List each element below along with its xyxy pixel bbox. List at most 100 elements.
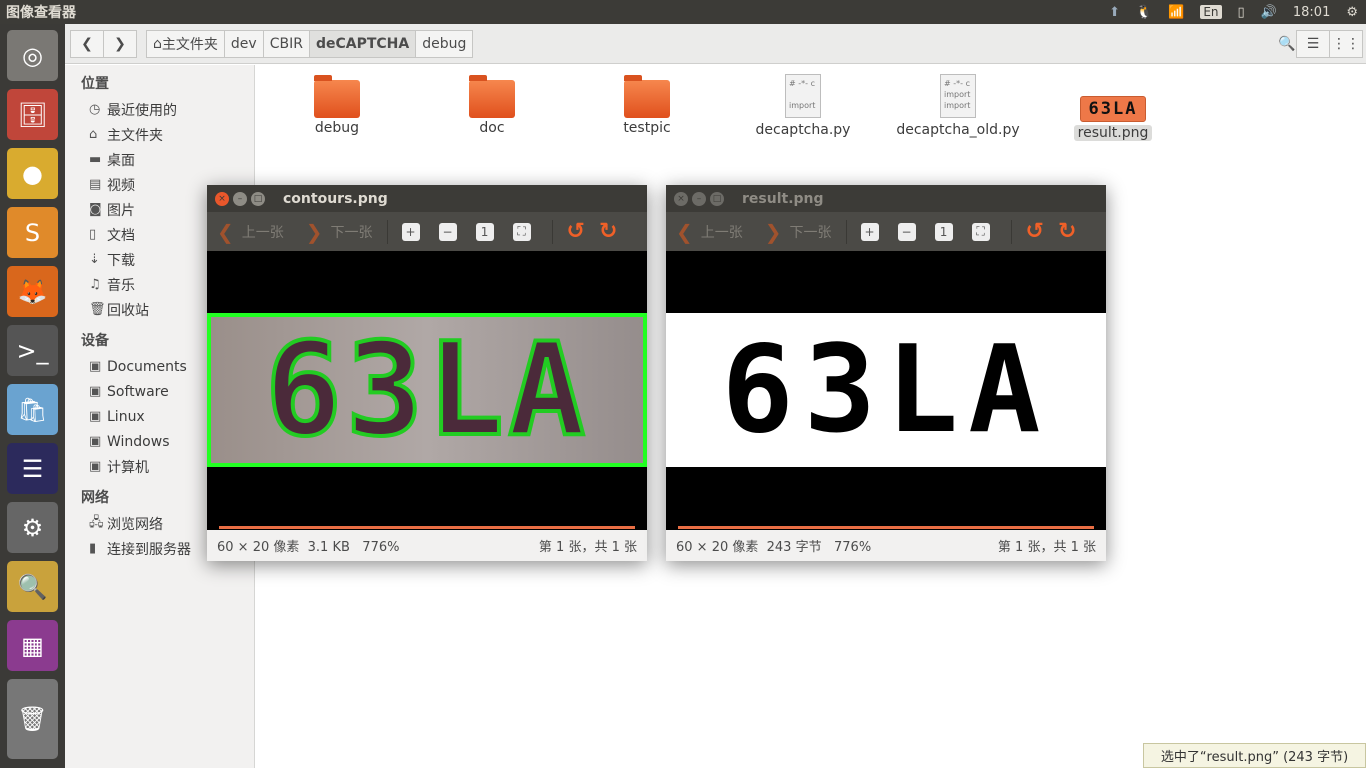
- eclipse-icon[interactable]: ☰: [7, 443, 58, 494]
- update-icon[interactable]: ⬆: [1109, 5, 1120, 20]
- sidebar-item-label: 桌面: [107, 152, 135, 169]
- minimize-button[interactable]: –: [233, 191, 247, 206]
- normal-size-icon[interactable]: 1: [475, 222, 494, 241]
- image-thumbnail: 63LA: [1080, 96, 1146, 122]
- sublime-text-icon[interactable]: S: [7, 207, 58, 258]
- previous-button[interactable]: 上一张: [701, 222, 743, 242]
- file-size: 3.1 KB: [307, 540, 350, 555]
- rotate-right-icon[interactable]: ↻: [599, 219, 617, 244]
- viewer-toolbar: ❮ 上一张 ❯ 下一张 + −1 ⛶ ↺ ↻: [666, 212, 1106, 251]
- breadcrumb-label: 主文件夹: [161, 36, 218, 53]
- folder-icon: [469, 75, 515, 118]
- software-center-icon[interactable]: 🛍: [7, 384, 58, 435]
- next-arrow-icon[interactable]: ❯: [765, 220, 782, 244]
- sidebar-item-label: 下载: [107, 252, 135, 269]
- home-icon: ⌂: [153, 35, 162, 52]
- file-item[interactable]: testpic: [577, 72, 717, 136]
- breadcrumb-item[interactable]: ⌂ 主文件夹: [146, 29, 225, 58]
- previous-button[interactable]: 上一张: [242, 222, 284, 242]
- sidebar-item[interactable]: ◷ 最近使用的: [65, 97, 254, 122]
- previous-arrow-icon[interactable]: ❮: [676, 220, 693, 244]
- previous-arrow-icon[interactable]: ❮: [217, 220, 234, 244]
- file-item[interactable]: # -*- c import import decaptcha_old.py: [888, 72, 1028, 138]
- trash-icon[interactable]: 🗑: [7, 679, 58, 759]
- image-viewer-icon[interactable]: 🔍: [7, 561, 58, 612]
- breadcrumb-item[interactable]: deCAPTCHA: [308, 29, 417, 58]
- next-arrow-icon[interactable]: ❯: [306, 220, 323, 244]
- mouse-icon[interactable]: ▯: [1238, 5, 1245, 20]
- files-icon[interactable]: 🗄: [7, 89, 58, 140]
- image-viewer-window: × – □ contours.png ❮ 上一张 ❯ 下一张 + −1 ⛶ ↺ ↻ 63LA 60 × 20…: [207, 185, 647, 561]
- sidebar-item[interactable]: ⌂ 主文件夹: [65, 122, 254, 147]
- zoom-level: 776%: [362, 540, 400, 555]
- file-manager-toolbar: ❮ ❯ ⌂ 主文件夹 dev CBIR deCAPTCHA debug 🔍 ☰ ⋮⋮: [65, 24, 1366, 64]
- maximize-button[interactable]: □: [710, 191, 724, 206]
- file-name: decaptcha.py: [755, 122, 851, 138]
- breadcrumb-item[interactable]: CBIR: [262, 29, 310, 58]
- sidebar-item[interactable]: ▬ 桌面: [65, 147, 254, 172]
- sidebar-item-label: 浏览网络: [107, 516, 163, 533]
- breadcrumb-item[interactable]: debug: [415, 29, 474, 58]
- forward-button[interactable]: ❯: [103, 29, 137, 58]
- image-scrollbar[interactable]: [219, 526, 635, 529]
- penguin-icon[interactable]: 🐧: [1136, 5, 1152, 20]
- file-item[interactable]: 63LA result.png: [1043, 72, 1183, 141]
- file-item[interactable]: debug: [267, 72, 407, 136]
- minimize-button[interactable]: –: [692, 191, 706, 206]
- terminal-icon[interactable]: >_: [7, 325, 58, 376]
- launcher: ◎ 🗄 ● S 🦊 >_ 🛍 ☰ ⚙ 🔍 ▦ 🗑: [0, 24, 65, 768]
- rotate-left-icon[interactable]: ↺: [1026, 219, 1044, 244]
- image-view[interactable]: 63LA: [666, 251, 1106, 530]
- file-name: debug: [314, 120, 360, 136]
- wifi-icon[interactable]: 📶: [1168, 5, 1184, 20]
- zoom-in-icon[interactable]: +: [401, 222, 420, 241]
- file-item[interactable]: # -*- c import decaptcha.py: [733, 72, 873, 138]
- system-settings-icon[interactable]: ⚙: [7, 502, 58, 553]
- sidebar-item-label: 图片: [107, 202, 135, 219]
- folder-icon: [314, 75, 360, 118]
- normal-size-icon[interactable]: 1: [934, 222, 953, 241]
- image-scrollbar[interactable]: [678, 526, 1094, 529]
- input-method-indicator[interactable]: En: [1200, 5, 1222, 19]
- close-button[interactable]: ×: [674, 191, 688, 206]
- viewer-statusbar: 60 × 20 像素 243 字节 776% 第 1 张，共 1 张: [666, 530, 1106, 561]
- best-fit-icon[interactable]: ⛶: [512, 222, 531, 241]
- title-bar: × – □ contours.png: [207, 185, 647, 212]
- zoom-in-icon[interactable]: +: [860, 222, 879, 241]
- sidebar-item-label: 最近使用的: [107, 102, 177, 119]
- zoom-out-icon[interactable]: −: [438, 222, 457, 241]
- breadcrumb-item[interactable]: dev: [223, 29, 264, 58]
- view-grid-button[interactable]: ⋮⋮: [1329, 29, 1363, 58]
- next-button[interactable]: 下一张: [790, 222, 832, 242]
- app-title: 图像查看器: [6, 5, 76, 21]
- image-dimensions: 60 × 20 像素: [676, 540, 759, 555]
- maximize-button[interactable]: □: [251, 191, 265, 206]
- workspace-switcher-icon[interactable]: ▦: [7, 620, 58, 671]
- file-item[interactable]: doc: [422, 72, 562, 136]
- best-fit-icon[interactable]: ⛶: [971, 222, 990, 241]
- firefox-icon[interactable]: 🦊: [7, 266, 58, 317]
- image-view[interactable]: 63LA: [207, 251, 647, 530]
- clock[interactable]: 18:01: [1293, 5, 1330, 20]
- file-name: doc: [479, 120, 505, 136]
- drive-icon: ▣: [89, 434, 102, 449]
- close-button[interactable]: ×: [215, 191, 229, 206]
- sidebar-section-title: 位置: [81, 76, 109, 92]
- divider: [845, 219, 847, 244]
- next-button[interactable]: 下一张: [331, 222, 373, 242]
- power-gear-icon[interactable]: ⚙: [1346, 5, 1358, 20]
- back-button[interactable]: ❮: [70, 29, 104, 58]
- drive-icon: ▣: [89, 409, 102, 424]
- menu-button[interactable]: ☰: [1296, 29, 1330, 58]
- volume-icon[interactable]: 🔊: [1261, 5, 1277, 20]
- chrome-icon[interactable]: ●: [7, 148, 58, 199]
- sidebar-item-label: 计算机: [107, 459, 149, 476]
- ubuntu-dash-icon[interactable]: ◎: [7, 30, 58, 81]
- viewer-toolbar: ❮ 上一张 ❯ 下一张 + −1 ⛶ ↺ ↻: [207, 212, 647, 251]
- desktop-icon: ▬: [89, 152, 102, 167]
- file-name: decaptcha_old.py: [896, 122, 1020, 138]
- zoom-out-icon[interactable]: −: [897, 222, 916, 241]
- rotate-right-icon[interactable]: ↻: [1058, 219, 1076, 244]
- rotate-left-icon[interactable]: ↺: [567, 219, 585, 244]
- image-viewer-window: × – □ result.png ❮ 上一张 ❯ 下一张 + −1 ⛶ ↺ ↻ 63LA 60 × 20 像…: [666, 185, 1106, 561]
